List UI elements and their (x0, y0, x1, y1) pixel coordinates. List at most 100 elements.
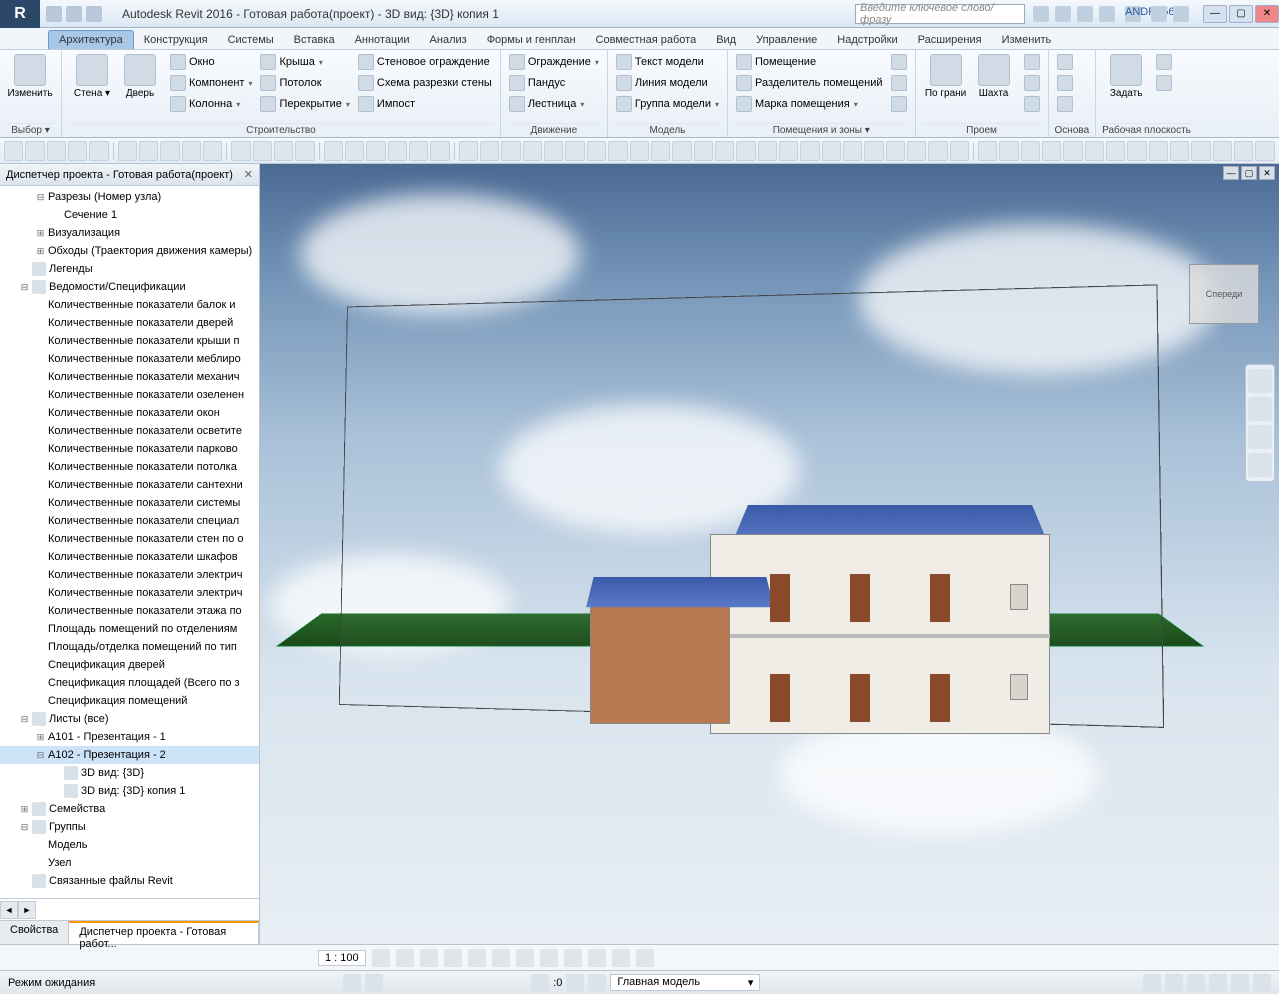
toolbar-icon[interactable] (409, 141, 428, 161)
tab-project-browser[interactable]: Диспетчер проекта - Готовая работ... (69, 921, 259, 944)
toolbar-icon[interactable] (324, 141, 343, 161)
toolbar-icon[interactable] (345, 141, 364, 161)
tree-item[interactable]: Количественные показатели дверей (0, 314, 259, 332)
close-icon[interactable]: ✕ (244, 168, 253, 181)
panel-label[interactable]: Выбор ▾ (6, 123, 55, 137)
toolbar-icon[interactable] (139, 141, 158, 161)
tab-properties[interactable]: Свойства (0, 921, 69, 944)
filter-icon[interactable] (566, 974, 584, 992)
expand-icon[interactable]: ⊞ (36, 225, 45, 241)
toolbar-icon[interactable] (1042, 141, 1061, 161)
tree-item[interactable]: Количественные показатели озеленен (0, 386, 259, 404)
toolbar-icon[interactable] (800, 141, 819, 161)
tree-item[interactable]: Количественные показатели окон (0, 404, 259, 422)
tree-item[interactable]: ⊞Визуализация (0, 224, 259, 242)
project-tree[interactable]: ⊟Разрезы (Номер узла)Сечение 1⊞Визуализа… (0, 186, 259, 898)
tree-item[interactable]: Количественные показатели крыши п (0, 332, 259, 350)
toolbar-icon[interactable] (480, 141, 499, 161)
help-icon[interactable] (1173, 6, 1189, 22)
ribbon-button[interactable] (889, 94, 909, 114)
tree-item[interactable]: ⊟Листы (все) (0, 710, 259, 728)
ribbon-button[interactable] (1022, 94, 1042, 114)
toolbar-icon[interactable] (999, 141, 1018, 161)
ribbon-button[interactable]: Помещение (734, 52, 885, 72)
keys-icon[interactable] (1055, 6, 1071, 22)
view-close[interactable]: ✕ (1259, 166, 1275, 180)
toolbar-icon[interactable] (47, 141, 66, 161)
toolbar-icon[interactable] (864, 141, 883, 161)
toolbar-icon[interactable] (565, 141, 584, 161)
expand-icon[interactable]: ⊟ (36, 747, 45, 763)
toolbar-icon[interactable] (501, 141, 520, 161)
toolbar-icon[interactable] (608, 141, 627, 161)
ribbon-button[interactable]: Крыша▾ (258, 52, 351, 72)
select-icon[interactable] (531, 974, 549, 992)
tree-item[interactable]: ⊞Обходы (Траектория движения камеры) (0, 242, 259, 260)
scroll-right[interactable]: ► (18, 901, 36, 919)
ribbon-tab[interactable]: Изменить (992, 31, 1062, 49)
ribbon-tab[interactable]: Совместная работа (586, 31, 707, 49)
ribbon-button[interactable]: Дверь (116, 52, 164, 101)
toolbar-icon[interactable] (1106, 141, 1125, 161)
qat-icon[interactable] (86, 6, 102, 22)
tree-item[interactable]: ⊟Разрезы (Номер узла) (0, 188, 259, 206)
tree-item[interactable]: ⊞Семейства (0, 800, 259, 818)
toolbar-icon[interactable] (1234, 141, 1253, 161)
tree-item[interactable]: Связанные файлы Revit (0, 872, 259, 890)
maximize-button[interactable]: ▢ (1229, 5, 1253, 23)
app-logo[interactable]: R (0, 0, 40, 28)
ribbon-button[interactable]: Импост (356, 94, 494, 114)
tree-item[interactable]: Легенды (0, 260, 259, 278)
qat-icon[interactable] (46, 6, 62, 22)
select-links-icon[interactable] (1143, 974, 1161, 992)
toolbar-icon[interactable] (523, 141, 542, 161)
exchange-icon[interactable] (1151, 6, 1167, 22)
ribbon-button[interactable]: Колонна▾ (168, 94, 254, 114)
tree-item[interactable]: Количественные показатели электрич (0, 584, 259, 602)
expand-icon[interactable]: ⊞ (36, 243, 45, 259)
pan-icon[interactable] (1248, 397, 1272, 421)
ribbon-button[interactable]: Схема разрезки стены (356, 73, 494, 93)
toolbar-icon[interactable] (1170, 141, 1189, 161)
tree-item[interactable]: Количественные показатели сантехни (0, 476, 259, 494)
zoom-icon[interactable] (1248, 425, 1272, 449)
ribbon-button[interactable]: Задать (1102, 52, 1150, 101)
tree-item[interactable]: Модель (0, 836, 259, 854)
tree-item[interactable]: 3D вид: {3D} копия 1 (0, 782, 259, 800)
ribbon-tab[interactable]: Управление (746, 31, 827, 49)
toolbar-icon[interactable] (4, 141, 23, 161)
tree-item[interactable]: Количественные показатели механич (0, 368, 259, 386)
ribbon-button[interactable] (889, 73, 909, 93)
expand-icon[interactable]: ⊟ (36, 189, 45, 205)
toolbar-icon[interactable] (978, 141, 997, 161)
tree-item[interactable]: ⊟Группы (0, 818, 259, 836)
viewport-3d[interactable]: — ▢ ✕ Спереди (260, 164, 1279, 944)
ribbon-button[interactable]: Стена ▾ (68, 52, 116, 101)
toolbar-icon[interactable] (160, 141, 179, 161)
expand-icon[interactable]: ⊟ (20, 279, 29, 295)
toolbar-icon[interactable] (89, 141, 108, 161)
toolbar-icon[interactable] (651, 141, 670, 161)
subscription-icon[interactable] (1033, 6, 1049, 22)
reveal-icon[interactable] (588, 949, 606, 967)
ribbon-button[interactable]: Текст модели (614, 52, 721, 72)
toolbar-icon[interactable] (231, 141, 250, 161)
minimize-button[interactable]: — (1203, 5, 1227, 23)
ribbon-tab[interactable]: Анализ (420, 31, 477, 49)
toolbar-icon[interactable] (274, 141, 293, 161)
drag-icon[interactable] (1231, 974, 1249, 992)
tree-item[interactable]: Количественные показатели балок и (0, 296, 259, 314)
search-input[interactable]: Введите ключевое слово/фразу (855, 4, 1025, 24)
sun-path-icon[interactable] (420, 949, 438, 967)
toolbar-icon[interactable] (630, 141, 649, 161)
toolbar-icon[interactable] (886, 141, 905, 161)
toolbar-icon[interactable] (1085, 141, 1104, 161)
ribbon-tab[interactable]: Вставка (284, 31, 345, 49)
toolbar-icon[interactable] (430, 141, 449, 161)
toolbar-icon[interactable] (1127, 141, 1146, 161)
tree-item[interactable]: 3D вид: {3D} (0, 764, 259, 782)
tree-item[interactable]: Спецификация площадей (Всего по з (0, 674, 259, 692)
panel-label[interactable]: Помещения и зоны ▾ (734, 123, 909, 137)
tree-item[interactable]: Количественные показатели специал (0, 512, 259, 530)
tree-item[interactable]: Количественные показатели осветите (0, 422, 259, 440)
